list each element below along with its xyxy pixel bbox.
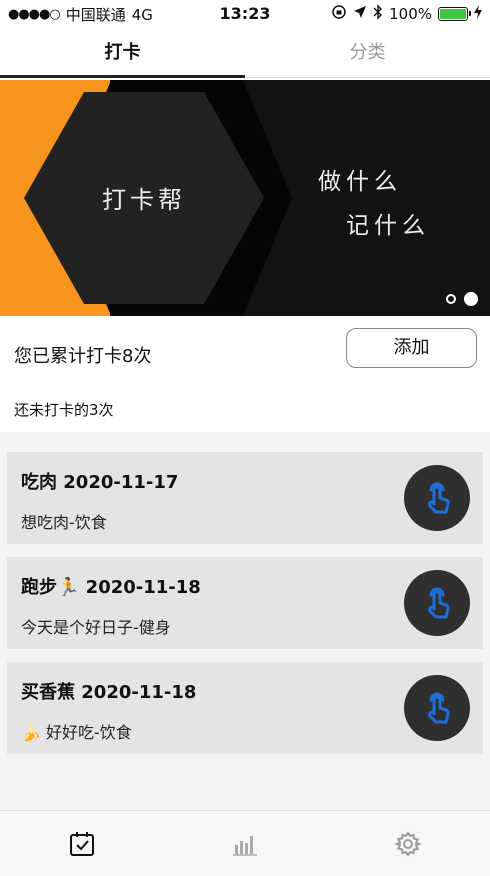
- total-checkins-text: 您已累计打卡8次: [14, 346, 152, 367]
- card-title: 买香蕉 2020-11-18: [21, 682, 197, 703]
- status-bar: ●●●●○ 中国联通 4G 13:23 100%: [0, 0, 490, 28]
- bottom-tab-bar: [0, 810, 490, 876]
- tab-checkin[interactable]: 打卡: [0, 28, 245, 78]
- bluetooth-icon: [373, 4, 383, 24]
- checkin-card[interactable]: 吃肉 2020-11-17 想吃肉-饮食: [7, 452, 483, 544]
- tabbar-checkin[interactable]: [0, 811, 163, 876]
- battery-icon: [438, 7, 471, 21]
- tap-hand-icon: [428, 692, 450, 724]
- battery-fill: [440, 9, 466, 19]
- battery-percent: 100%: [389, 5, 432, 23]
- tabbar-settings[interactable]: [326, 811, 489, 876]
- carousel-dot-1[interactable]: [446, 294, 456, 304]
- location-arrow-icon: [353, 5, 367, 23]
- tap-hand-icon: [428, 587, 450, 619]
- banner-carousel[interactable]: 打卡帮 做什么 记什么: [0, 80, 490, 316]
- card-subtitle: 今天是个好日子-健身: [21, 618, 171, 637]
- carousel-indicator: [446, 292, 478, 306]
- card-subtitle: 想吃肉-饮食: [21, 513, 107, 532]
- card-title: 吃肉 2020-11-17: [21, 472, 179, 493]
- tap-hand-icon: [428, 482, 450, 514]
- add-button[interactable]: 添加: [346, 328, 477, 368]
- punch-button[interactable]: [404, 675, 470, 741]
- banner-slogan-line2: 记什么: [346, 213, 430, 239]
- tab-category[interactable]: 分类: [245, 28, 490, 77]
- carousel-dot-2[interactable]: [464, 292, 478, 306]
- bar-chart-icon: [232, 835, 257, 856]
- pending-checkins-text: 还未打卡的3次: [14, 401, 114, 419]
- checkin-card[interactable]: 跑步🏃 2020-11-18 今天是个好日子-健身: [7, 557, 483, 649]
- card-subtitle: 🍌 好好吃-饮食: [21, 723, 132, 742]
- banner-slogan-line1: 做什么: [318, 169, 402, 195]
- gear-icon: [393, 830, 422, 857]
- tabbar-statistics[interactable]: [163, 811, 326, 876]
- checkin-card[interactable]: 买香蕉 2020-11-18 🍌 好好吃-饮食: [7, 662, 483, 754]
- top-tabs: 打卡 分类: [0, 28, 490, 78]
- rotation-lock-icon: [331, 4, 347, 24]
- punch-button[interactable]: [404, 570, 470, 636]
- card-title: 跑步🏃 2020-11-18: [21, 577, 201, 598]
- punch-button[interactable]: [404, 465, 470, 531]
- status-right: 100%: [331, 4, 482, 24]
- calendar-check-icon: [69, 831, 94, 856]
- banner-title: 打卡帮: [102, 186, 186, 214]
- charging-icon: [474, 5, 482, 23]
